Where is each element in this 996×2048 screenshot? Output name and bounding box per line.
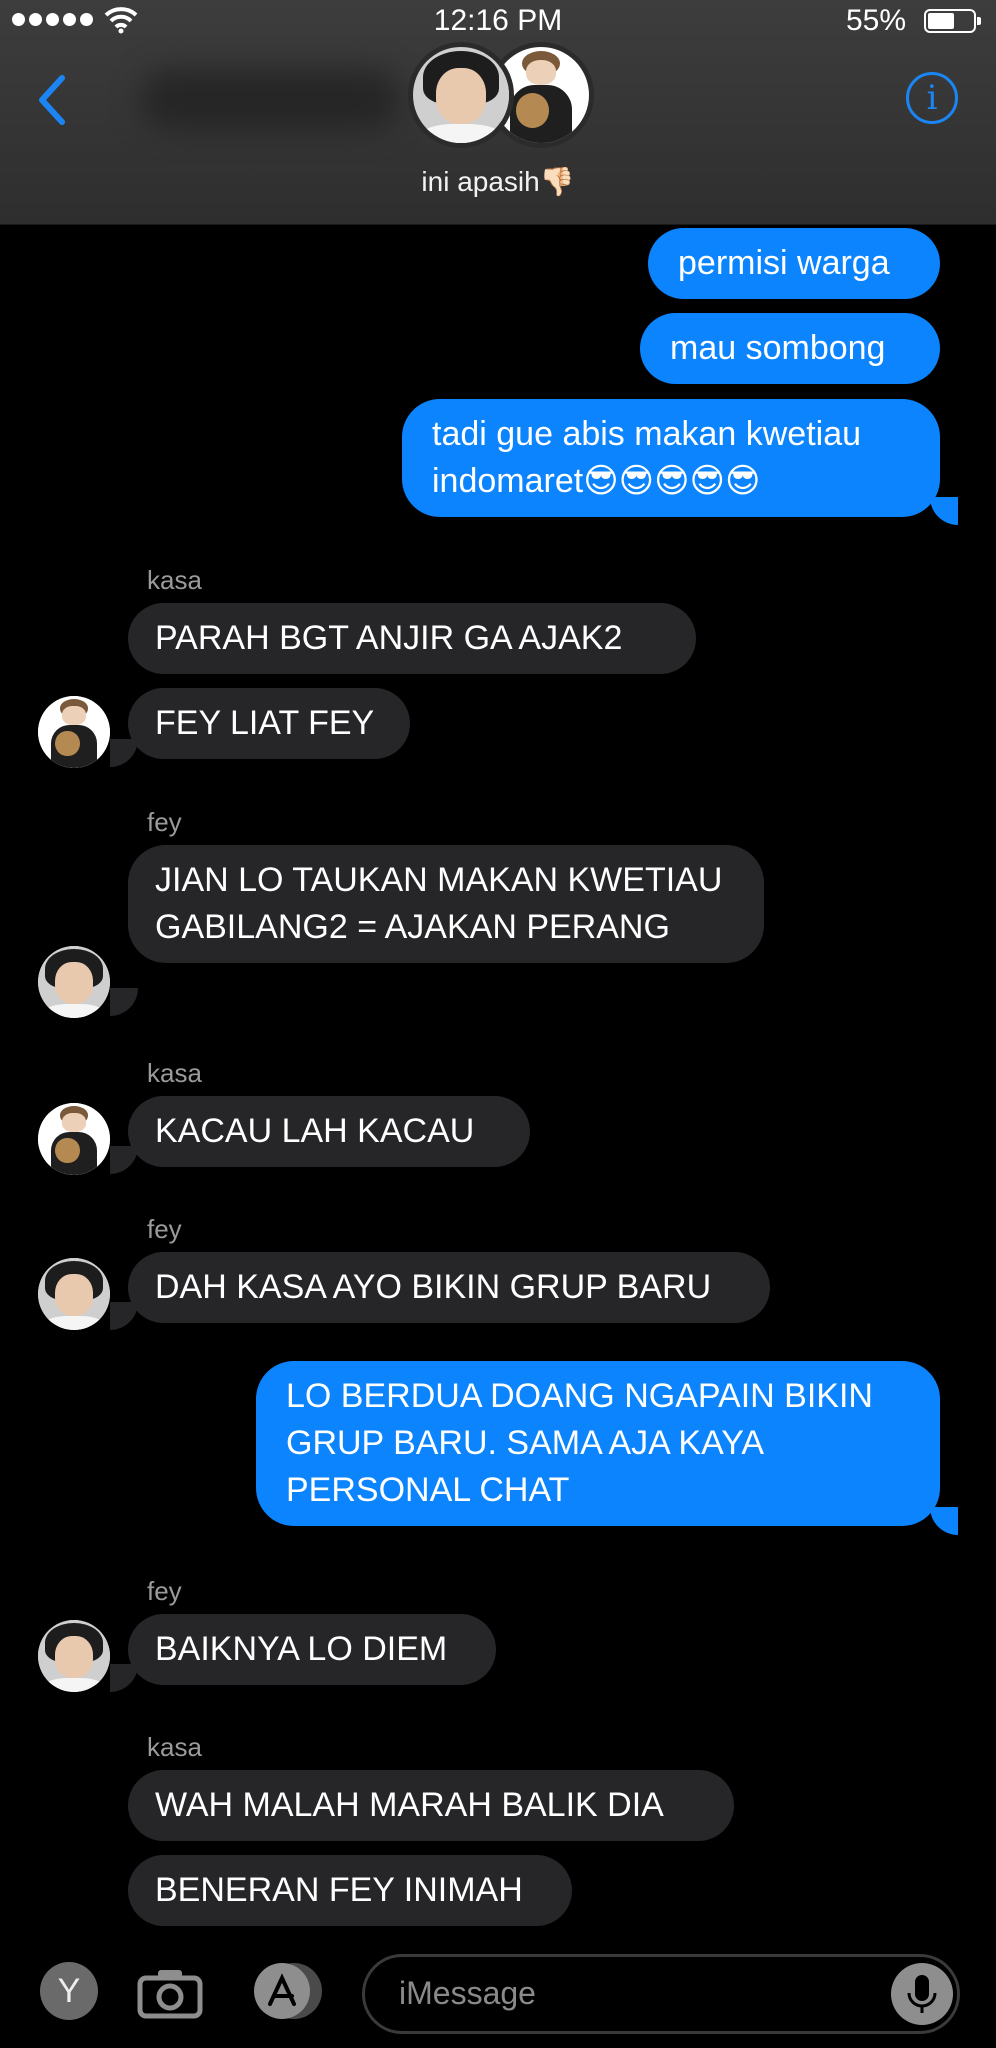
bubble-tail (930, 1507, 958, 1535)
y-app-button[interactable]: Y (40, 1962, 98, 2020)
sender-label: fey (147, 807, 182, 837)
bubble-tail (110, 988, 138, 1016)
message-bubble-received[interactable]: KACAU LAH KACAU (128, 1096, 530, 1167)
sender-label: kasa (147, 1058, 202, 1088)
avatar-kasa[interactable] (38, 1103, 110, 1175)
message-input-placeholder: iMessage (399, 1975, 536, 2011)
group-avatar-fey[interactable] (408, 42, 514, 148)
bubble-tail (110, 1302, 138, 1330)
message-bubble-received[interactable]: BAIKNYA LO DIEM (128, 1614, 496, 1685)
message-input[interactable]: iMessage (362, 1954, 960, 2034)
info-icon[interactable]: i (906, 72, 958, 124)
status-bar: 12:16 PM 55% (0, 0, 996, 44)
bubble-tail (110, 1146, 138, 1174)
message-bubble-received[interactable]: BENERAN FEY INIMAH (128, 1855, 572, 1926)
message-bubble-received[interactable]: FEY LIAT FEY (128, 688, 410, 759)
message-bubble-sent[interactable]: LO BERDUA DOANG NGAPAIN BIKIN GRUP BARU.… (256, 1361, 940, 1526)
chevron-left-icon[interactable] (30, 70, 74, 130)
compose-bar: Y iMessage (0, 1940, 996, 2048)
message-bubble-sent[interactable]: mau sombong (640, 313, 940, 384)
message-bubble-sent[interactable]: permisi warga (648, 228, 940, 299)
group-name[interactable]: ini apasih👎🏻 (0, 165, 996, 198)
battery-percent: 55% (845, 4, 906, 37)
message-bubble-received[interactable]: DAH KASA AYO BIKIN GRUP BARU (128, 1252, 770, 1323)
bubble-tail (110, 1664, 138, 1692)
bubble-tail (110, 739, 138, 767)
battery-icon (924, 9, 981, 33)
sender-label: fey (147, 1214, 182, 1244)
app-store-icon[interactable] (248, 1960, 328, 2022)
sender-label: kasa (147, 565, 202, 595)
message-bubble-sent[interactable]: tadi gue abis makan kwetiau indomaret😎😎😎… (402, 399, 940, 517)
message-bubble-received[interactable]: JIAN LO TAUKAN MAKAN KWETIAU GABILANG2 =… (128, 845, 764, 963)
message-bubble-received[interactable]: WAH MALAH MARAH BALIK DIA (128, 1770, 734, 1841)
redacted-contact-name (140, 70, 400, 130)
sender-label: fey (147, 1576, 182, 1606)
microphone-icon[interactable] (891, 1963, 953, 2025)
avatar-kasa[interactable] (38, 696, 110, 768)
bubble-tail (930, 497, 958, 525)
camera-icon[interactable] (136, 1966, 204, 2020)
avatar-fey[interactable] (38, 1258, 110, 1330)
avatar-fey[interactable] (38, 1620, 110, 1692)
sender-label: kasa (147, 1732, 202, 1762)
avatar-fey[interactable] (38, 946, 110, 1018)
message-bubble-received[interactable]: PARAH BGT ANJIR GA AJAK2 (128, 603, 696, 674)
